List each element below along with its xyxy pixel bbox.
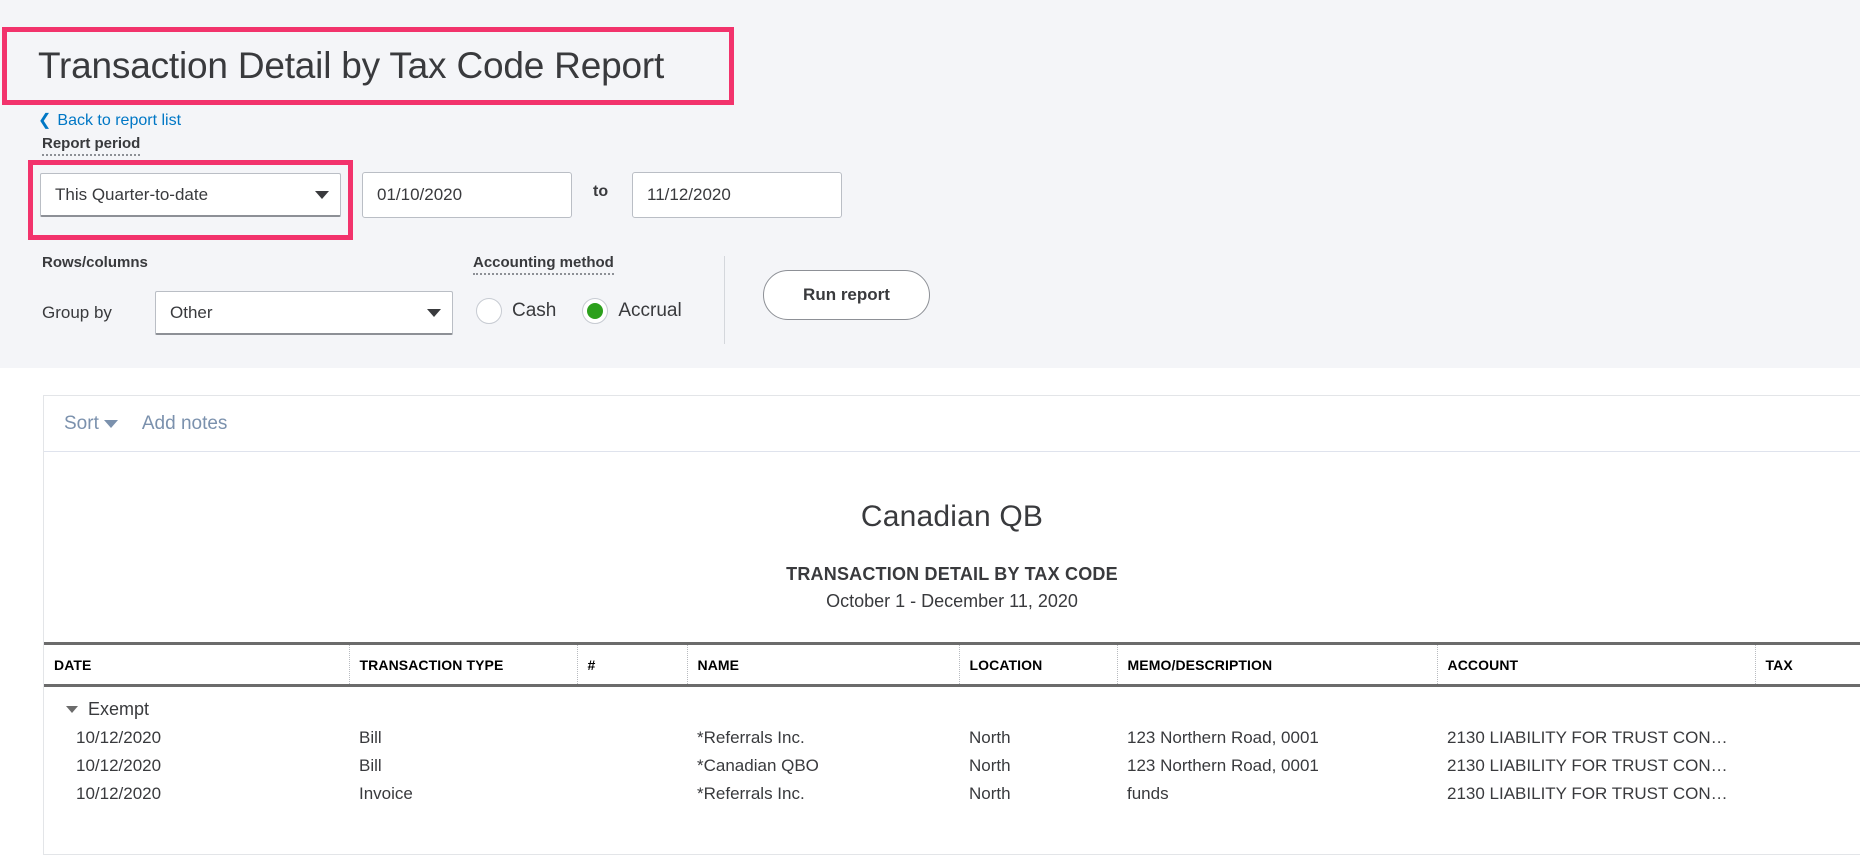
- cell-number: [577, 780, 687, 808]
- report-card: Sort Add notes Canadian QB TRANSACTION D…: [43, 395, 1860, 855]
- group-header-row: Exempt: [44, 686, 1860, 725]
- report-heading: Canadian QB TRANSACTION DETAIL BY TAX CO…: [44, 500, 1860, 612]
- cell-date: 10/12/2020: [76, 784, 162, 803]
- cell-memo: 123 Northern Road, 0001: [1127, 756, 1319, 775]
- vertical-divider: [724, 256, 725, 344]
- cell-location: North: [969, 784, 1011, 803]
- cell-name: *Referrals Inc.: [697, 784, 805, 803]
- column-header-tax[interactable]: TAX: [1755, 642, 1860, 687]
- cell-account: 2130 LIABILITY FOR TRUST CON…: [1447, 728, 1728, 747]
- accounting-method-label: Accounting method: [473, 254, 614, 275]
- cell-memo: funds: [1127, 784, 1169, 803]
- add-notes-button[interactable]: Add notes: [142, 413, 228, 435]
- cell-number: [577, 752, 687, 780]
- cell-location: North: [969, 756, 1011, 775]
- radio-circle-selected-icon: [582, 298, 609, 324]
- column-header-account[interactable]: ACCOUNT: [1437, 642, 1756, 687]
- transaction-table: DATE TRANSACTION TYPE # NAME LOCATION ME…: [44, 642, 1860, 808]
- report-title: TRANSACTION DETAIL BY TAX CODE: [786, 564, 1118, 584]
- report-period-select[interactable]: This Quarter-to-date: [40, 173, 341, 217]
- chevron-left-icon: ❮: [38, 112, 52, 129]
- cell-tax: [1755, 780, 1860, 808]
- radio-label-accrual: Accrual: [618, 300, 682, 321]
- table-body: Exempt 10/12/2020 Bill *Referrals Inc. N…: [44, 686, 1860, 809]
- chevron-down-icon: [103, 419, 118, 428]
- run-report-button[interactable]: Run report: [763, 270, 930, 320]
- cell-account: 2130 LIABILITY FOR TRUST CON…: [1447, 784, 1728, 803]
- cell-number: [577, 724, 687, 752]
- report-toolbar: Sort Add notes: [44, 396, 1860, 452]
- column-header-memo-description[interactable]: MEMO/DESCRIPTION: [1117, 642, 1438, 687]
- triangle-down-icon[interactable]: [66, 706, 78, 713]
- column-header-date[interactable]: DATE: [44, 642, 350, 687]
- add-notes-label: Add notes: [141, 412, 228, 434]
- cell-name: *Canadian QBO: [697, 756, 819, 775]
- table-row[interactable]: 10/12/2020 Bill *Canadian QBO North 123 …: [44, 752, 1860, 780]
- column-header-location[interactable]: LOCATION: [959, 642, 1118, 687]
- cell-location: North: [969, 728, 1011, 747]
- cell-name: *Referrals Inc.: [697, 728, 805, 747]
- cell-account: 2130 LIABILITY FOR TRUST CON…: [1447, 756, 1728, 775]
- date-to-input[interactable]: [632, 172, 842, 218]
- accounting-method-radio-group: Cash Accrual: [476, 298, 708, 324]
- date-range-to-label: to: [593, 183, 609, 200]
- cell-tax: [1755, 752, 1860, 780]
- sort-label: Sort: [64, 412, 99, 434]
- group-by-select[interactable]: Other: [155, 291, 453, 335]
- back-link-label: Back to report list: [57, 112, 182, 129]
- radio-label-cash: Cash: [512, 300, 557, 321]
- radio-option-cash[interactable]: Cash: [476, 298, 556, 324]
- back-to-report-list-link[interactable]: ❮ Back to report list: [38, 110, 181, 130]
- report-period-label: Report period: [42, 135, 141, 156]
- report-config-panel: Transaction Detail by Tax Code Report ❮ B…: [0, 0, 1860, 368]
- group-label-exempt: Exempt: [88, 699, 150, 719]
- date-from-input[interactable]: [362, 172, 572, 218]
- chevron-down-icon: [416, 308, 452, 317]
- cell-tax: [1755, 724, 1860, 752]
- cell-date: 10/12/2020: [76, 756, 162, 775]
- table-header-row: DATE TRANSACTION TYPE # NAME LOCATION ME…: [44, 642, 1860, 687]
- cell-transaction-type: Invoice: [359, 784, 413, 803]
- report-date-range: October 1 - December 11, 2020: [826, 591, 1078, 611]
- cell-memo: 123 Northern Road, 0001: [1127, 728, 1319, 747]
- column-header-name[interactable]: NAME: [687, 642, 960, 687]
- group-by-label: Group by: [42, 303, 112, 322]
- table-row[interactable]: 10/12/2020 Bill *Referrals Inc. North 12…: [44, 724, 1860, 752]
- table-row[interactable]: 10/12/2020 Invoice *Referrals Inc. North…: [44, 780, 1860, 808]
- cell-transaction-type: Bill: [359, 728, 382, 747]
- group-by-value: Other: [170, 302, 213, 322]
- cell-transaction-type: Bill: [359, 756, 382, 775]
- radio-option-accrual[interactable]: Accrual: [582, 298, 682, 324]
- report-period-value: This Quarter-to-date: [55, 184, 209, 204]
- column-header-transaction-type[interactable]: TRANSACTION TYPE: [349, 642, 578, 687]
- page-title: Transaction Detail by Tax Code Report: [38, 45, 665, 86]
- rows-columns-label: Rows/columns: [42, 254, 148, 271]
- cell-date: 10/12/2020: [76, 728, 162, 747]
- column-header-number[interactable]: #: [577, 642, 688, 687]
- company-name: Canadian QB: [860, 500, 1044, 533]
- sort-button[interactable]: Sort: [64, 413, 118, 435]
- radio-circle-icon: [476, 298, 502, 324]
- chevron-down-icon: [304, 190, 340, 199]
